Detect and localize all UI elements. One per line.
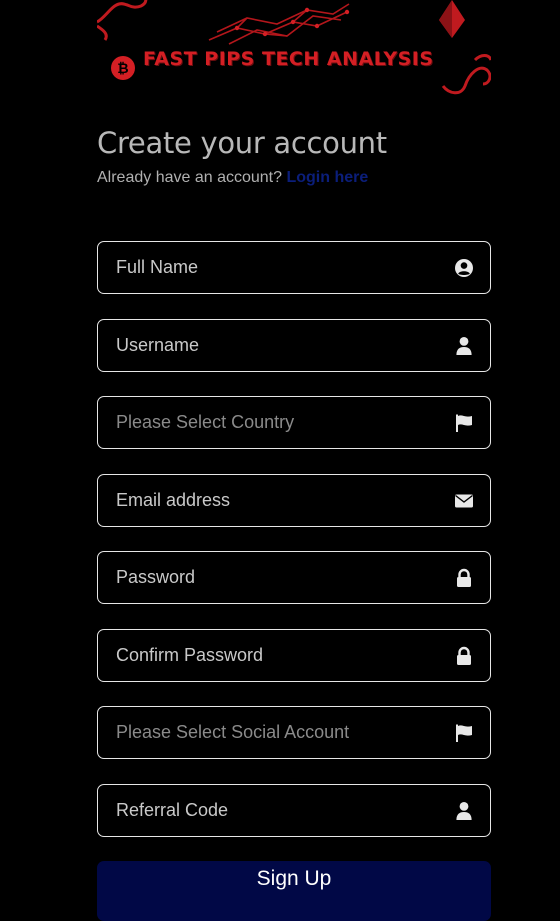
username-field	[97, 319, 491, 372]
user-icon	[454, 336, 474, 356]
user-icon	[454, 801, 474, 821]
lock-icon	[454, 646, 474, 666]
full-name-input[interactable]	[98, 242, 446, 293]
full-name-field	[97, 241, 491, 294]
brand-banner: ₿ FAST PIPS TECH ANALYSIS	[97, 0, 491, 98]
flag-icon	[454, 413, 474, 433]
confirm-password-input[interactable]	[98, 630, 446, 681]
social-account-select[interactable]	[97, 706, 491, 759]
username-input[interactable]	[98, 320, 446, 371]
login-prompt-text: Already have an account?	[97, 169, 283, 186]
page-title: Create your account	[97, 126, 387, 160]
svg-text:₿: ₿	[117, 61, 128, 77]
login-link[interactable]: Login here	[286, 169, 368, 186]
referral-code-field	[97, 784, 491, 837]
email-input[interactable]	[98, 475, 446, 526]
lock-icon	[454, 568, 474, 588]
flag-icon	[454, 723, 474, 743]
password-field	[97, 551, 491, 604]
confirm-password-field	[97, 629, 491, 682]
country-select[interactable]	[97, 396, 491, 449]
envelope-icon	[454, 491, 474, 511]
referral-code-input[interactable]	[98, 785, 446, 836]
social-account-select-input[interactable]	[98, 707, 446, 758]
country-select-input[interactable]	[98, 397, 446, 448]
user-circle-icon	[454, 258, 474, 278]
login-prompt: Already have an account? Login here	[97, 169, 368, 187]
email-field	[97, 474, 491, 527]
sign-up-button[interactable]: Sign Up	[97, 861, 491, 921]
brand-name: FAST PIPS TECH ANALYSIS	[143, 48, 434, 70]
password-input[interactable]	[98, 552, 446, 603]
